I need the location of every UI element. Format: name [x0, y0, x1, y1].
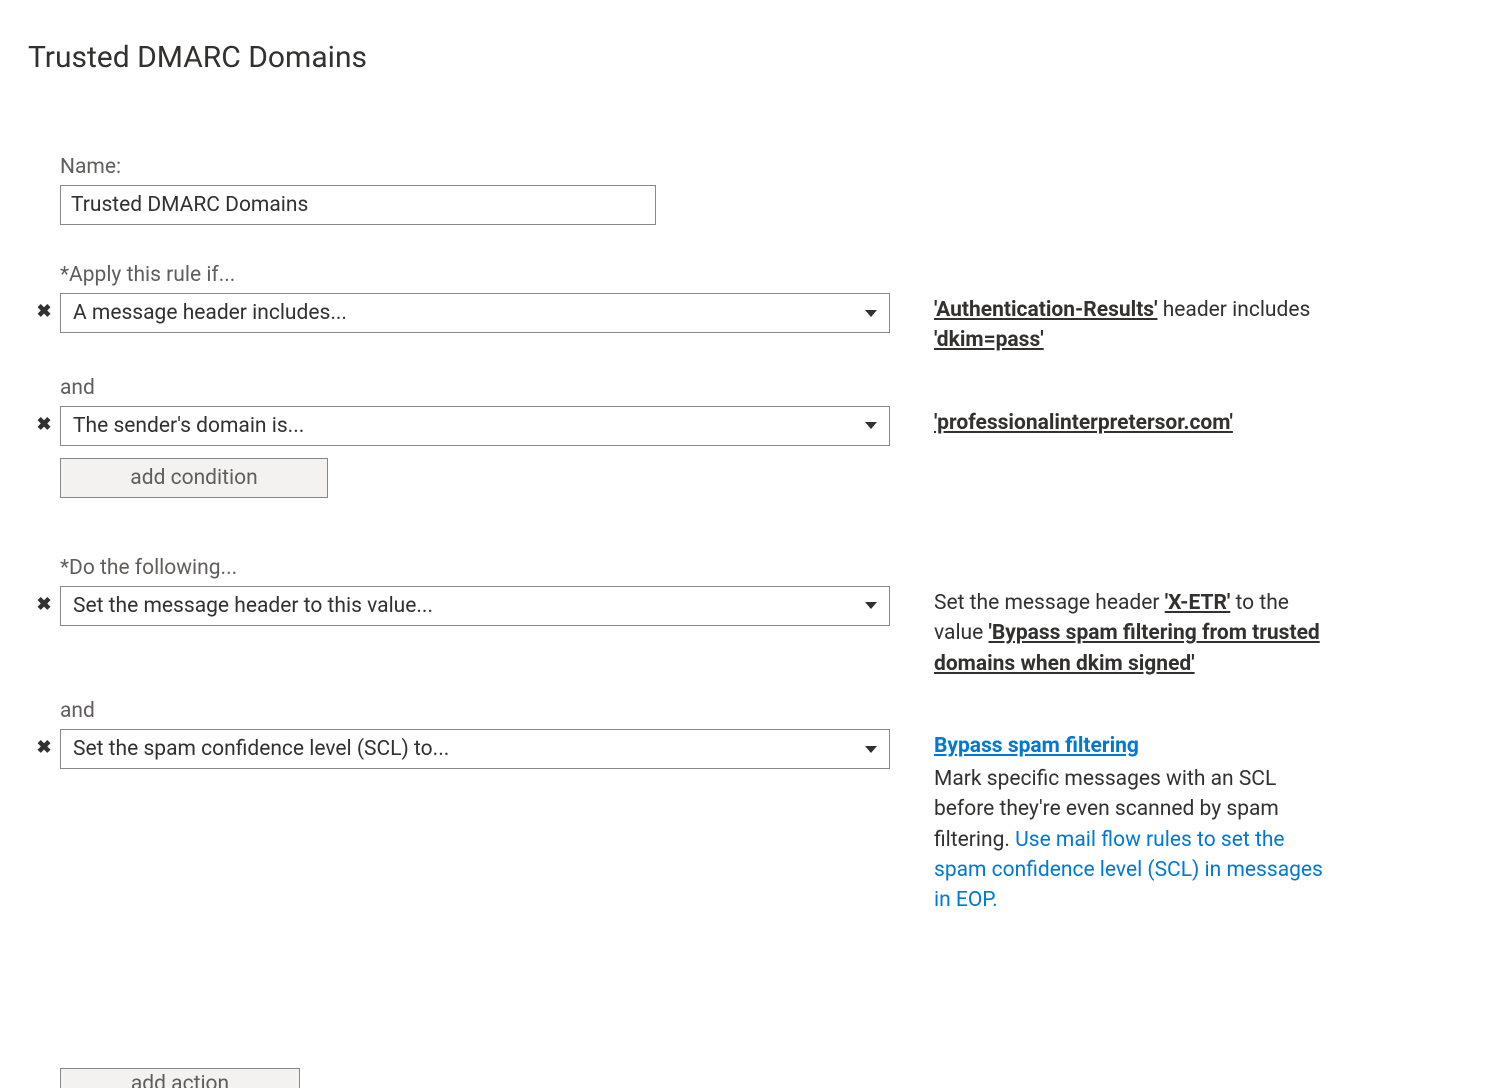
set-header-value-link[interactable]: 'Bypass spam filtering from trusted doma…	[934, 621, 1320, 675]
form-area: Name: *Apply this rule if... ✖ A message…	[60, 155, 1470, 1088]
condition-desc-1: 'Authentication-Results' header includes…	[934, 293, 1334, 356]
set-header-name-link[interactable]: 'X-ETR'	[1165, 591, 1231, 615]
name-label: Name:	[60, 155, 1470, 179]
close-icon[interactable]: ✖	[36, 739, 51, 757]
add-condition-button[interactable]: add condition	[60, 458, 328, 498]
condition-dropdown-1[interactable]: A message header includes...	[60, 293, 890, 333]
action-dropdown-2[interactable]: Set the spam confidence level (SCL) to..…	[60, 729, 890, 769]
desc-text: Set the message header	[934, 591, 1165, 615]
chevron-down-icon	[865, 310, 877, 317]
condition-row: ✖ A message header includes... 'Authenti…	[60, 293, 1470, 356]
dropdown-text: The sender's domain is...	[73, 414, 304, 438]
close-icon[interactable]: ✖	[36, 596, 51, 614]
header-name-link[interactable]: 'Authentication-Results'	[934, 298, 1157, 322]
dropdown-text: A message header includes...	[73, 301, 347, 325]
and-label: and	[60, 376, 1470, 400]
action-row: ✖ Set the message header to this value..…	[60, 586, 1470, 679]
condition-dropdown-2[interactable]: The sender's domain is...	[60, 406, 890, 446]
header-value-link[interactable]: 'dkim=pass'	[934, 328, 1044, 352]
chevron-down-icon	[865, 422, 877, 429]
and-label: and	[60, 699, 1470, 723]
add-action-button[interactable]: add action	[60, 1068, 300, 1088]
page-title: Trusted DMARC Domains	[28, 40, 1470, 75]
chevron-down-icon	[865, 602, 877, 609]
action-dropdown-1[interactable]: Set the message header to this value...	[60, 586, 890, 626]
desc-text: header includes	[1157, 298, 1310, 322]
condition-row: ✖ The sender's domain is... 'professiona…	[60, 406, 1470, 446]
action-desc-1: Set the message header 'X-ETR' to the va…	[934, 586, 1334, 679]
action-desc-2: Bypass spam filtering Mark specific mess…	[934, 729, 1334, 916]
action-row: ✖ Set the spam confidence level (SCL) to…	[60, 729, 1470, 916]
dropdown-text: Set the spam confidence level (SCL) to..…	[73, 737, 449, 761]
actions-section-label: *Do the following...	[60, 556, 1470, 580]
condition-desc-2: 'professionalinterpretersor.com'	[934, 406, 1334, 438]
dropdown-text: Set the message header to this value...	[73, 594, 433, 618]
chevron-down-icon	[865, 746, 877, 753]
conditions-section-label: *Apply this rule if...	[60, 263, 1470, 287]
close-icon[interactable]: ✖	[36, 303, 51, 321]
page-root: Trusted DMARC Domains Name: *Apply this …	[0, 0, 1498, 1088]
name-input[interactable]	[60, 185, 656, 225]
sender-domain-link[interactable]: 'professionalinterpretersor.com'	[934, 411, 1233, 435]
scl-title-link[interactable]: Bypass spam filtering	[934, 731, 1139, 761]
close-icon[interactable]: ✖	[36, 416, 51, 434]
